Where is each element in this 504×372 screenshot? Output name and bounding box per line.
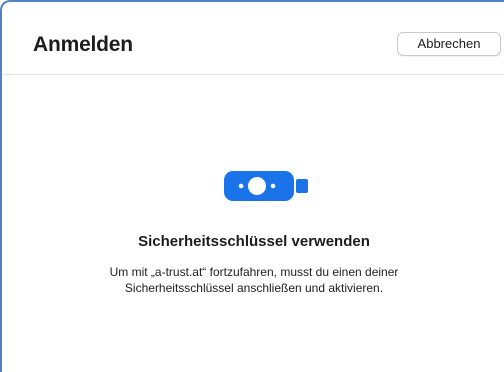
- dialog-header: Anmelden Abbrechen: [2, 2, 504, 75]
- security-key-dialog: Anmelden Abbrechen Sicherheitsschlüssel …: [0, 0, 504, 372]
- instruction-description: Um mit „a-trust.at“ fortzufahren, musst …: [109, 265, 399, 295]
- security-key-icon: [224, 171, 308, 201]
- instruction-heading: Sicherheitsschlüssel verwenden: [138, 233, 370, 250]
- cancel-button[interactable]: Abbrechen: [397, 32, 501, 56]
- dialog-title: Anmelden: [33, 33, 133, 56]
